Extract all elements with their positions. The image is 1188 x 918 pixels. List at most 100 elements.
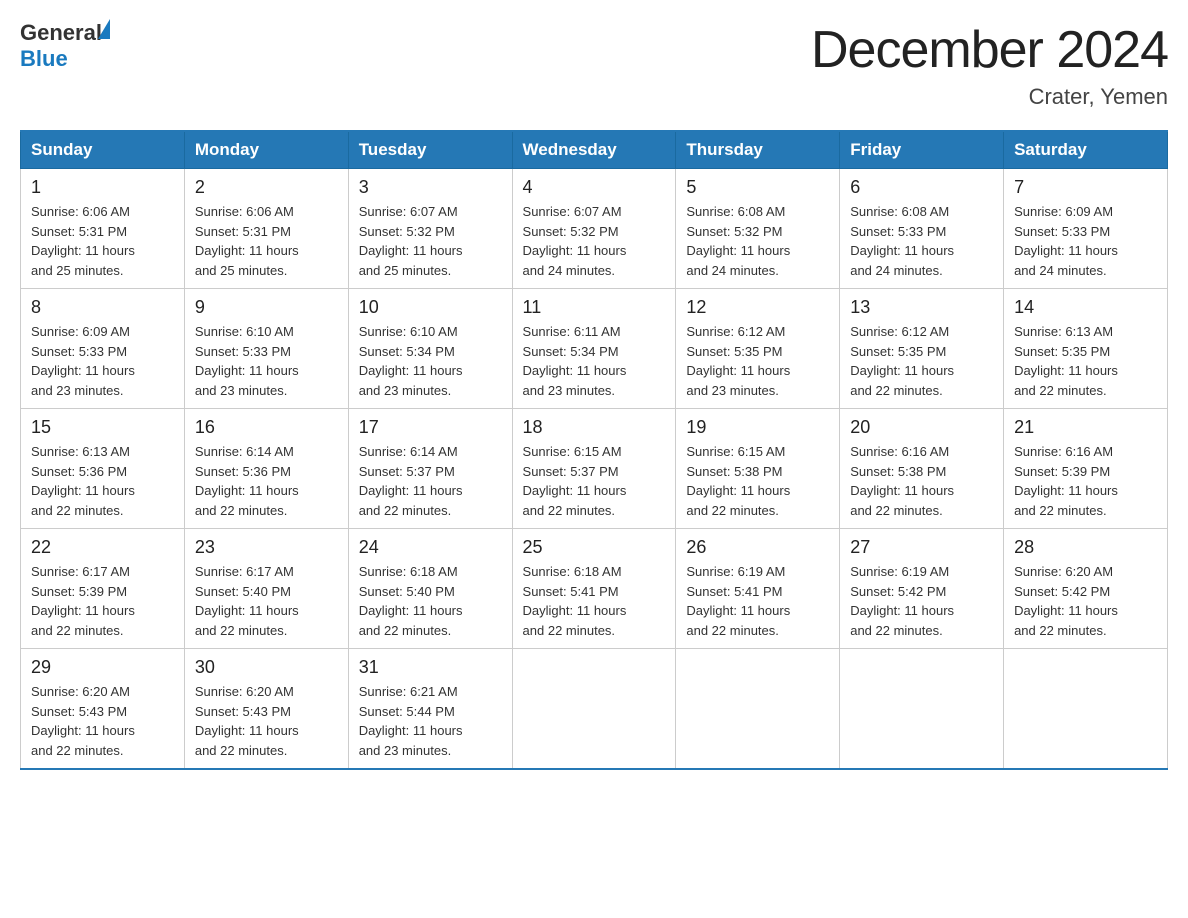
daylight-label: Daylight: 11 hours	[359, 363, 463, 378]
day-info: Sunrise: 6:14 AM Sunset: 5:37 PM Dayligh…	[359, 442, 502, 520]
sunset-label: Sunset: 5:43 PM	[195, 704, 291, 719]
calendar-cell: 13 Sunrise: 6:12 AM Sunset: 5:35 PM Dayl…	[840, 289, 1004, 409]
daylight-minutes: and 23 minutes.	[523, 383, 616, 398]
calendar-cell: 23 Sunrise: 6:17 AM Sunset: 5:40 PM Dayl…	[184, 529, 348, 649]
daylight-minutes: and 25 minutes.	[359, 263, 452, 278]
month-title: December 2024	[811, 20, 1168, 80]
sunset-label: Sunset: 5:42 PM	[850, 584, 946, 599]
sunset-label: Sunset: 5:40 PM	[359, 584, 455, 599]
daylight-minutes: and 25 minutes.	[31, 263, 124, 278]
day-number: 26	[686, 537, 829, 558]
day-info: Sunrise: 6:09 AM Sunset: 5:33 PM Dayligh…	[1014, 202, 1157, 280]
day-info: Sunrise: 6:20 AM Sunset: 5:43 PM Dayligh…	[195, 682, 338, 760]
calendar-cell: 8 Sunrise: 6:09 AM Sunset: 5:33 PM Dayli…	[21, 289, 185, 409]
calendar-cell: 22 Sunrise: 6:17 AM Sunset: 5:39 PM Dayl…	[21, 529, 185, 649]
calendar-cell: 4 Sunrise: 6:07 AM Sunset: 5:32 PM Dayli…	[512, 169, 676, 289]
daylight-label: Daylight: 11 hours	[195, 603, 299, 618]
week-row-4: 22 Sunrise: 6:17 AM Sunset: 5:39 PM Dayl…	[21, 529, 1168, 649]
sunset-label: Sunset: 5:36 PM	[31, 464, 127, 479]
sunrise-label: Sunrise: 6:17 AM	[195, 564, 294, 579]
sunset-label: Sunset: 5:43 PM	[31, 704, 127, 719]
sunrise-label: Sunrise: 6:07 AM	[523, 204, 622, 219]
daylight-label: Daylight: 11 hours	[523, 363, 627, 378]
day-number: 1	[31, 177, 174, 198]
header-thursday: Thursday	[676, 131, 840, 169]
day-info: Sunrise: 6:16 AM Sunset: 5:39 PM Dayligh…	[1014, 442, 1157, 520]
day-info: Sunrise: 6:11 AM Sunset: 5:34 PM Dayligh…	[523, 322, 666, 400]
daylight-minutes: and 22 minutes.	[195, 743, 288, 758]
sunrise-label: Sunrise: 6:13 AM	[1014, 324, 1113, 339]
sunrise-label: Sunrise: 6:16 AM	[850, 444, 949, 459]
daylight-label: Daylight: 11 hours	[1014, 603, 1118, 618]
calendar-cell: 7 Sunrise: 6:09 AM Sunset: 5:33 PM Dayli…	[1004, 169, 1168, 289]
day-number: 11	[523, 297, 666, 318]
daylight-minutes: and 22 minutes.	[850, 503, 943, 518]
calendar-cell: 18 Sunrise: 6:15 AM Sunset: 5:37 PM Dayl…	[512, 409, 676, 529]
day-number: 14	[1014, 297, 1157, 318]
sunrise-label: Sunrise: 6:20 AM	[31, 684, 130, 699]
daylight-label: Daylight: 11 hours	[523, 603, 627, 618]
sunrise-label: Sunrise: 6:19 AM	[686, 564, 785, 579]
daylight-minutes: and 23 minutes.	[359, 383, 452, 398]
day-info: Sunrise: 6:09 AM Sunset: 5:33 PM Dayligh…	[31, 322, 174, 400]
sunrise-label: Sunrise: 6:06 AM	[31, 204, 130, 219]
calendar-cell: 14 Sunrise: 6:13 AM Sunset: 5:35 PM Dayl…	[1004, 289, 1168, 409]
day-number: 25	[523, 537, 666, 558]
daylight-label: Daylight: 11 hours	[523, 483, 627, 498]
calendar-header-row: SundayMondayTuesdayWednesdayThursdayFrid…	[21, 131, 1168, 169]
sunset-label: Sunset: 5:32 PM	[359, 224, 455, 239]
sunrise-label: Sunrise: 6:19 AM	[850, 564, 949, 579]
day-info: Sunrise: 6:17 AM Sunset: 5:39 PM Dayligh…	[31, 562, 174, 640]
day-number: 28	[1014, 537, 1157, 558]
week-row-5: 29 Sunrise: 6:20 AM Sunset: 5:43 PM Dayl…	[21, 649, 1168, 770]
daylight-minutes: and 22 minutes.	[850, 623, 943, 638]
daylight-label: Daylight: 11 hours	[686, 483, 790, 498]
logo-blue-text: Blue	[20, 46, 68, 71]
sunset-label: Sunset: 5:34 PM	[359, 344, 455, 359]
day-number: 4	[523, 177, 666, 198]
daylight-label: Daylight: 11 hours	[31, 363, 135, 378]
day-number: 30	[195, 657, 338, 678]
sunset-label: Sunset: 5:44 PM	[359, 704, 455, 719]
calendar-cell	[840, 649, 1004, 770]
daylight-minutes: and 24 minutes.	[686, 263, 779, 278]
day-info: Sunrise: 6:08 AM Sunset: 5:33 PM Dayligh…	[850, 202, 993, 280]
sunset-label: Sunset: 5:32 PM	[686, 224, 782, 239]
daylight-label: Daylight: 11 hours	[1014, 243, 1118, 258]
calendar-cell	[512, 649, 676, 770]
daylight-minutes: and 22 minutes.	[195, 623, 288, 638]
day-number: 8	[31, 297, 174, 318]
daylight-minutes: and 22 minutes.	[195, 503, 288, 518]
day-number: 31	[359, 657, 502, 678]
calendar-cell: 30 Sunrise: 6:20 AM Sunset: 5:43 PM Dayl…	[184, 649, 348, 770]
daylight-minutes: and 22 minutes.	[523, 503, 616, 518]
daylight-label: Daylight: 11 hours	[195, 243, 299, 258]
daylight-minutes: and 23 minutes.	[359, 743, 452, 758]
week-row-2: 8 Sunrise: 6:09 AM Sunset: 5:33 PM Dayli…	[21, 289, 1168, 409]
sunrise-label: Sunrise: 6:17 AM	[31, 564, 130, 579]
sunset-label: Sunset: 5:38 PM	[686, 464, 782, 479]
header-tuesday: Tuesday	[348, 131, 512, 169]
day-info: Sunrise: 6:20 AM Sunset: 5:43 PM Dayligh…	[31, 682, 174, 760]
day-number: 3	[359, 177, 502, 198]
sunset-label: Sunset: 5:31 PM	[31, 224, 127, 239]
calendar-cell: 17 Sunrise: 6:14 AM Sunset: 5:37 PM Dayl…	[348, 409, 512, 529]
sunrise-label: Sunrise: 6:11 AM	[523, 324, 621, 339]
calendar-cell: 24 Sunrise: 6:18 AM Sunset: 5:40 PM Dayl…	[348, 529, 512, 649]
day-info: Sunrise: 6:13 AM Sunset: 5:36 PM Dayligh…	[31, 442, 174, 520]
daylight-label: Daylight: 11 hours	[195, 723, 299, 738]
sunset-label: Sunset: 5:33 PM	[1014, 224, 1110, 239]
calendar-cell	[1004, 649, 1168, 770]
calendar-cell: 29 Sunrise: 6:20 AM Sunset: 5:43 PM Dayl…	[21, 649, 185, 770]
sunrise-label: Sunrise: 6:08 AM	[686, 204, 785, 219]
sunrise-label: Sunrise: 6:21 AM	[359, 684, 458, 699]
day-info: Sunrise: 6:10 AM Sunset: 5:33 PM Dayligh…	[195, 322, 338, 400]
daylight-label: Daylight: 11 hours	[850, 603, 954, 618]
sunrise-label: Sunrise: 6:12 AM	[686, 324, 785, 339]
daylight-minutes: and 23 minutes.	[686, 383, 779, 398]
location-text: Crater, Yemen	[811, 84, 1168, 110]
daylight-label: Daylight: 11 hours	[686, 243, 790, 258]
calendar-cell: 25 Sunrise: 6:18 AM Sunset: 5:41 PM Dayl…	[512, 529, 676, 649]
calendar-cell: 11 Sunrise: 6:11 AM Sunset: 5:34 PM Dayl…	[512, 289, 676, 409]
sunrise-label: Sunrise: 6:13 AM	[31, 444, 130, 459]
